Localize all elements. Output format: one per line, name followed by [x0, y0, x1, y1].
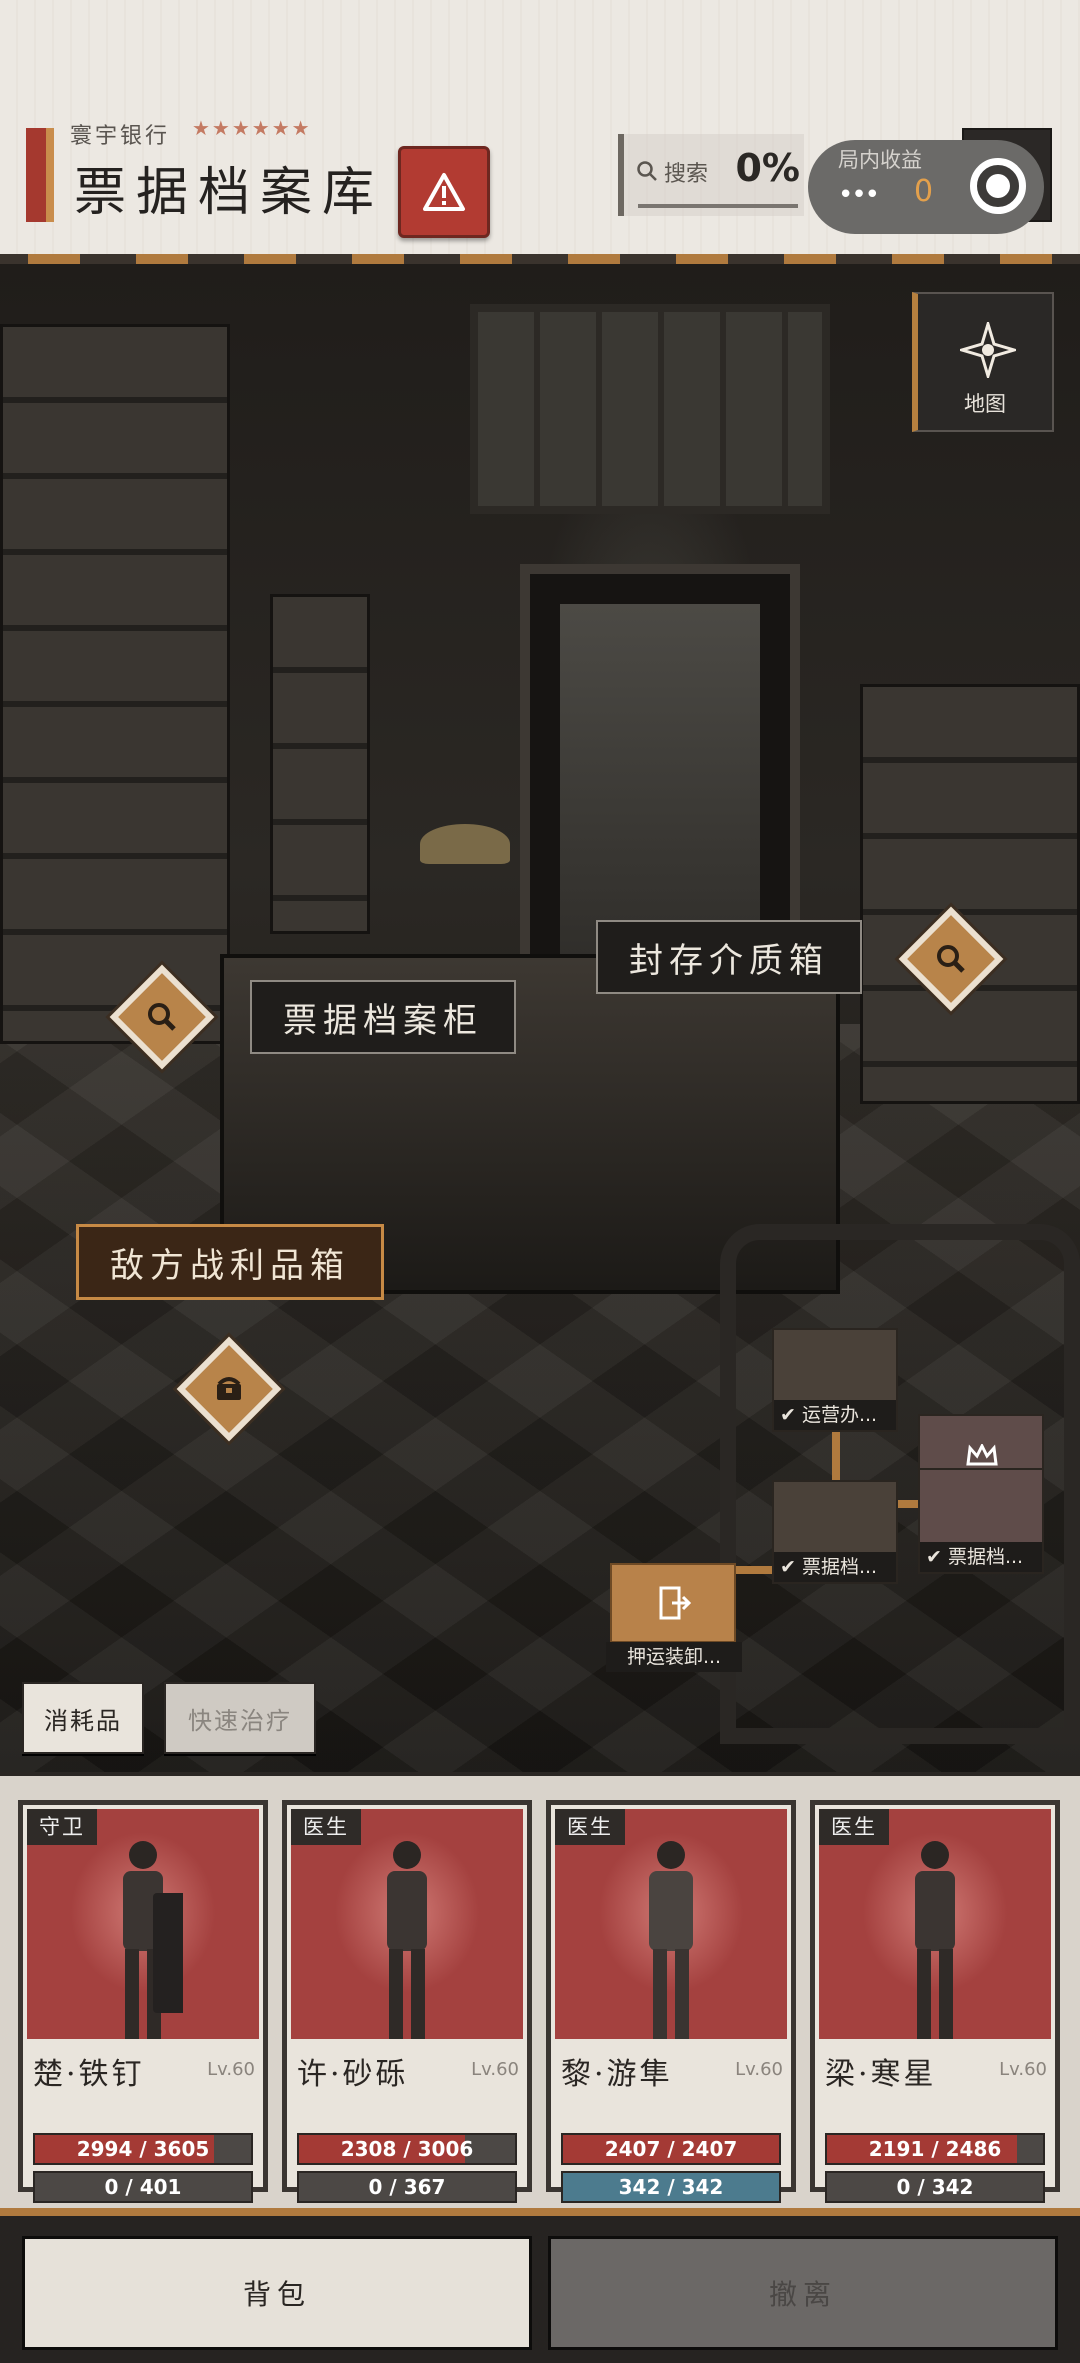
hp-bar: 2407 / 2407	[561, 2133, 781, 2165]
team-member-card[interactable]: 医生 梁·寒星 Lv.60 2191 / 2486 0 / 342	[810, 1800, 1060, 2203]
check-icon: ✔	[780, 1556, 802, 1578]
map-button[interactable]: 地图	[912, 292, 1054, 432]
hp-value: 2994 / 3605	[76, 2137, 210, 2161]
role-badge: 医生	[291, 1809, 361, 1845]
sp-bar: 0 / 367	[297, 2171, 517, 2203]
warning-icon	[423, 173, 465, 211]
hp-bar: 2308 / 3006	[297, 2133, 517, 2165]
character-name: 梁·寒星	[825, 2057, 937, 2092]
minimap-room-ops[interactable]: ✔ 运营办...	[772, 1328, 898, 1432]
check-icon: ✔	[926, 1546, 948, 1568]
bank-name: 寰宇银行	[70, 124, 171, 149]
income-dots: •••	[838, 180, 880, 210]
sp-value: 0 / 342	[896, 2175, 974, 2199]
room-label: 票据档...	[947, 1546, 1024, 1568]
character-level: Lv.60	[999, 2059, 1047, 2080]
location-title: 票据档案库	[74, 163, 385, 223]
header-accent-bar	[26, 128, 54, 222]
sp-bar: 0 / 401	[33, 2171, 253, 2203]
minimap-link	[832, 1432, 840, 1482]
toggle-knob-icon	[970, 158, 1026, 214]
sp-bar: 0 / 342	[825, 2171, 1045, 2203]
chest-icon	[217, 1377, 241, 1400]
difficulty-stars: ★★★★★★	[192, 116, 312, 140]
enemy-loot-box-label[interactable]: 敌方战利品箱	[76, 1224, 384, 1300]
character-level: Lv.60	[735, 2059, 783, 2080]
search-underline	[638, 204, 798, 208]
consumables-button[interactable]: 消耗品	[22, 1682, 144, 1754]
soldier-figure-icon	[123, 1841, 183, 2039]
character-name: 楚·铁钉	[33, 2057, 145, 2092]
scene-shelf-right	[860, 684, 1080, 1104]
hp-value: 2308 / 3006	[340, 2137, 474, 2161]
bag-button[interactable]: 背包	[22, 2236, 532, 2350]
map-label: 地图	[964, 392, 1006, 416]
bill-archive-cabinet-label[interactable]: 票据档案柜	[250, 980, 516, 1054]
hp-value: 2407 / 2407	[604, 2137, 738, 2161]
minimap-link	[736, 1566, 776, 1574]
soldier-figure-icon	[387, 1841, 427, 2039]
scene-shelf-left	[0, 324, 230, 1044]
sealed-media-box-label[interactable]: 封存介质箱	[596, 920, 862, 994]
bottom-action-bar: 背包 撤离	[0, 2208, 1080, 2363]
exit-label: 押运装卸...	[606, 1642, 742, 1672]
scene-lamp	[420, 824, 510, 864]
team-member-card[interactable]: 守卫 楚·铁钉 Lv.60 2994 / 3605 0 / 401	[18, 1800, 268, 2203]
check-icon: ✔	[780, 1404, 802, 1426]
character-name: 许·砂砾	[297, 2057, 409, 2092]
hp-value: 2191 / 2486	[868, 2137, 1002, 2161]
top-header: 寰宇银行 ★★★★★★ 票据档案库 搜索 0% 局内收益 ••• 0	[0, 0, 1080, 258]
magnifier-icon	[148, 1003, 176, 1031]
search-icon	[637, 161, 657, 181]
role-badge: 医生	[555, 1809, 625, 1845]
soldier-figure-icon	[915, 1841, 955, 2039]
character-level: Lv.60	[471, 2059, 519, 2080]
room-label: 运营办...	[801, 1404, 878, 1426]
alert-button[interactable]	[398, 146, 490, 238]
crown-icon	[966, 1444, 998, 1466]
sp-value: 342 / 342	[618, 2175, 724, 2199]
search-progress: 搜索 0%	[618, 134, 804, 216]
team-member-card[interactable]: 医生 黎·游隼 Lv.60 2407 / 2407 342 / 342	[546, 1800, 796, 2203]
character-level: Lv.60	[207, 2059, 255, 2080]
minimap-room-archive-1[interactable]: ✔ 票据档...	[772, 1480, 898, 1584]
minimap-link	[898, 1500, 920, 1508]
minimap-room-archive-current[interactable]: ✔ 票据档...	[918, 1414, 1044, 1574]
compass-icon	[960, 322, 1016, 378]
role-badge: 守卫	[27, 1809, 97, 1845]
quick-heal-button[interactable]: 快速治疗	[164, 1682, 316, 1754]
team-member-card[interactable]: 医生 许·砂砾 Lv.60 2308 / 3006 0 / 367	[282, 1800, 532, 2203]
character-name: 黎·游隼	[561, 2057, 673, 2092]
magnifier-icon	[937, 945, 965, 973]
hp-bar: 2191 / 2486	[825, 2133, 1045, 2165]
sp-value: 0 / 367	[368, 2175, 446, 2199]
role-badge: 医生	[819, 1809, 889, 1845]
room-label: 票据档...	[801, 1556, 878, 1578]
search-percent: 0%	[735, 146, 800, 190]
minimap-exit-node[interactable]	[610, 1563, 736, 1643]
income-value: 0	[914, 174, 934, 209]
evacuate-button[interactable]: 撤离	[548, 2236, 1058, 2350]
hp-bar: 2994 / 3605	[33, 2133, 253, 2165]
sp-bar: 342 / 342	[561, 2171, 781, 2203]
sp-value: 0 / 401	[104, 2175, 182, 2199]
header-stripe	[0, 254, 1080, 264]
search-label: 搜索	[664, 162, 709, 187]
team-panel: 守卫 楚·铁钉 Lv.60 2994 / 3605 0 / 401 医生 许·砂…	[0, 1772, 1080, 2208]
exit-door-icon	[659, 1586, 692, 1620]
soldier-figure-icon	[649, 1841, 693, 2039]
income-label: 局内收益	[838, 148, 922, 172]
scene-window	[470, 304, 830, 514]
income-toggle[interactable]: 局内收益 ••• 0	[808, 140, 1044, 234]
scene-shelf-mid	[270, 594, 370, 934]
